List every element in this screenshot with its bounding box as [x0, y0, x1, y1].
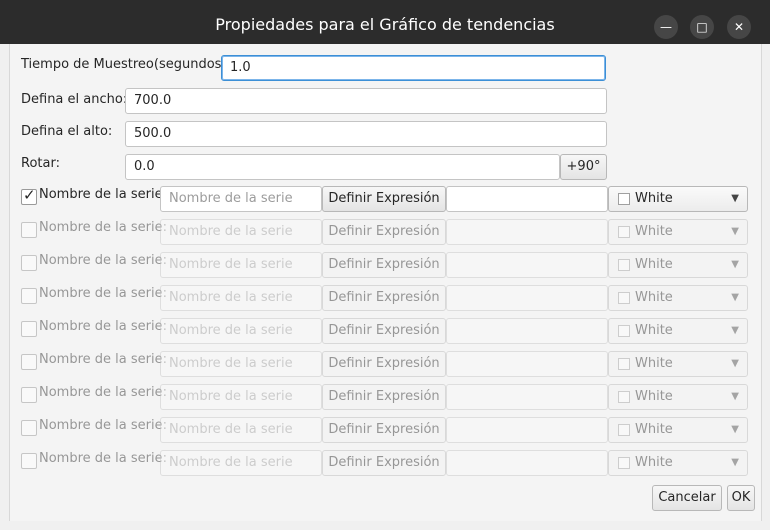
width-label: Defina el ancho: — [21, 92, 128, 107]
chevron-down-icon: ▼ — [731, 325, 739, 336]
chevron-down-icon: ▼ — [731, 424, 739, 435]
series-name-input[interactable]: Nombre de la serie — [160, 450, 322, 476]
width-input[interactable]: 700.0 — [125, 88, 607, 114]
series-color-label: White — [635, 323, 673, 338]
color-swatch — [618, 292, 630, 304]
series-name-input[interactable]: Nombre de la serie — [160, 384, 322, 410]
series-color-label: White — [635, 290, 673, 305]
sample-time-input[interactable]: 1.0 — [221, 55, 606, 81]
series-enable-checkbox[interactable] — [21, 453, 37, 469]
series-enable-checkbox[interactable] — [21, 222, 37, 238]
checkmark-icon: ✓ — [23, 186, 36, 204]
series-expression-field[interactable] — [446, 252, 608, 278]
series-name-input[interactable]: Nombre de la serie — [160, 219, 322, 245]
close-icon[interactable]: ✕ — [727, 15, 751, 39]
color-swatch — [618, 193, 630, 205]
series-name-label: Nombre de la serie: — [39, 418, 167, 433]
series-name-input[interactable]: Nombre de la serie — [160, 252, 322, 278]
series-color-combo[interactable]: White ▼ — [608, 351, 748, 377]
dialog-content: Tiempo de Muestreo(segundos): 1.0 Defina… — [9, 44, 762, 521]
series-enable-checkbox[interactable] — [21, 255, 37, 271]
chevron-down-icon: ▼ — [731, 292, 739, 303]
series-expression-field[interactable] — [446, 450, 608, 476]
series-color-label: White — [635, 455, 673, 470]
define-expression-button[interactable]: Definir Expresión — [322, 351, 446, 377]
define-expression-button[interactable]: Definir Expresión — [322, 285, 446, 311]
series-expression-field[interactable] — [446, 318, 608, 344]
rotate-input[interactable]: 0.0 — [125, 154, 560, 180]
define-expression-button[interactable]: Definir Expresión — [322, 186, 446, 212]
series-name-input[interactable]: Nombre de la serie — [160, 417, 322, 443]
series-color-label: White — [635, 224, 673, 239]
series-name-input[interactable]: Nombre de la serie — [160, 351, 322, 377]
rotate-label: Rotar: — [21, 156, 60, 171]
define-expression-button[interactable]: Definir Expresión — [322, 318, 446, 344]
series-color-combo[interactable]: White ▼ — [608, 384, 748, 410]
sample-time-label: Tiempo de Muestreo(segundos): — [21, 57, 231, 72]
color-swatch — [618, 226, 630, 238]
series-color-combo[interactable]: White ▼ — [608, 417, 748, 443]
series-color-label: White — [635, 257, 673, 272]
series-color-label: White — [635, 356, 673, 371]
title-bar: Propiedades para el Gráfico de tendencia… — [0, 0, 770, 44]
series-name-label: Nombre de la serie: — [39, 385, 167, 400]
height-input[interactable]: 500.0 — [125, 121, 607, 147]
color-swatch — [618, 391, 630, 403]
series-name-label: Nombre de la serie: — [39, 286, 167, 301]
chevron-down-icon: ▼ — [731, 193, 739, 204]
define-expression-button[interactable]: Definir Expresión — [322, 417, 446, 443]
color-swatch — [618, 259, 630, 271]
series-name-input[interactable]: Nombre de la serie — [160, 285, 322, 311]
color-swatch — [618, 358, 630, 370]
series-name-input[interactable]: Nombre de la serie — [160, 186, 322, 212]
series-expression-field[interactable] — [446, 219, 608, 245]
series-name-label: Nombre de la serie: — [39, 187, 167, 202]
series-color-label: White — [635, 422, 673, 437]
ok-button[interactable]: OK — [727, 485, 755, 511]
series-enable-checkbox[interactable] — [21, 420, 37, 436]
color-swatch — [618, 457, 630, 469]
chevron-down-icon: ▼ — [731, 226, 739, 237]
height-label: Defina el alto: — [21, 124, 113, 139]
series-enable-checkbox[interactable] — [21, 354, 37, 370]
series-expression-field[interactable] — [446, 285, 608, 311]
chevron-down-icon: ▼ — [731, 457, 739, 468]
series-color-label: White — [635, 191, 673, 206]
series-color-label: White — [635, 389, 673, 404]
chevron-down-icon: ▼ — [731, 259, 739, 270]
series-enable-checkbox[interactable] — [21, 321, 37, 337]
series-expression-field[interactable] — [446, 186, 608, 212]
rotate-90-button[interactable]: +90° — [560, 154, 607, 180]
minimize-icon[interactable]: — — [654, 15, 678, 39]
cancel-button[interactable]: Cancelar — [652, 485, 722, 511]
series-expression-field[interactable] — [446, 384, 608, 410]
color-swatch — [618, 325, 630, 337]
series-color-combo[interactable]: White ▼ — [608, 450, 748, 476]
series-name-label: Nombre de la serie: — [39, 352, 167, 367]
series-color-combo[interactable]: White ▼ — [608, 252, 748, 278]
chevron-down-icon: ▼ — [731, 391, 739, 402]
series-enable-checkbox[interactable]: ✓ — [21, 186, 37, 205]
series-expression-field[interactable] — [446, 351, 608, 377]
series-color-combo[interactable]: White ▼ — [608, 285, 748, 311]
series-name-label: Nombre de la serie: — [39, 220, 167, 235]
series-enable-checkbox[interactable] — [21, 288, 37, 304]
define-expression-button[interactable]: Definir Expresión — [322, 384, 446, 410]
series-color-combo[interactable]: White ▼ — [608, 219, 748, 245]
series-name-label: Nombre de la serie: — [39, 253, 167, 268]
series-color-combo[interactable]: White ▼ — [608, 186, 748, 212]
maximize-icon[interactable]: □ — [690, 15, 714, 39]
series-enable-checkbox[interactable] — [21, 387, 37, 403]
define-expression-button[interactable]: Definir Expresión — [322, 252, 446, 278]
series-name-input[interactable]: Nombre de la serie — [160, 318, 322, 344]
series-expression-field[interactable] — [446, 417, 608, 443]
color-swatch — [618, 424, 630, 436]
chevron-down-icon: ▼ — [731, 358, 739, 369]
define-expression-button[interactable]: Definir Expresión — [322, 219, 446, 245]
series-color-combo[interactable]: White ▼ — [608, 318, 748, 344]
define-expression-button[interactable]: Definir Expresión — [322, 450, 446, 476]
series-name-label: Nombre de la serie: — [39, 451, 167, 466]
series-name-label: Nombre de la serie: — [39, 319, 167, 334]
